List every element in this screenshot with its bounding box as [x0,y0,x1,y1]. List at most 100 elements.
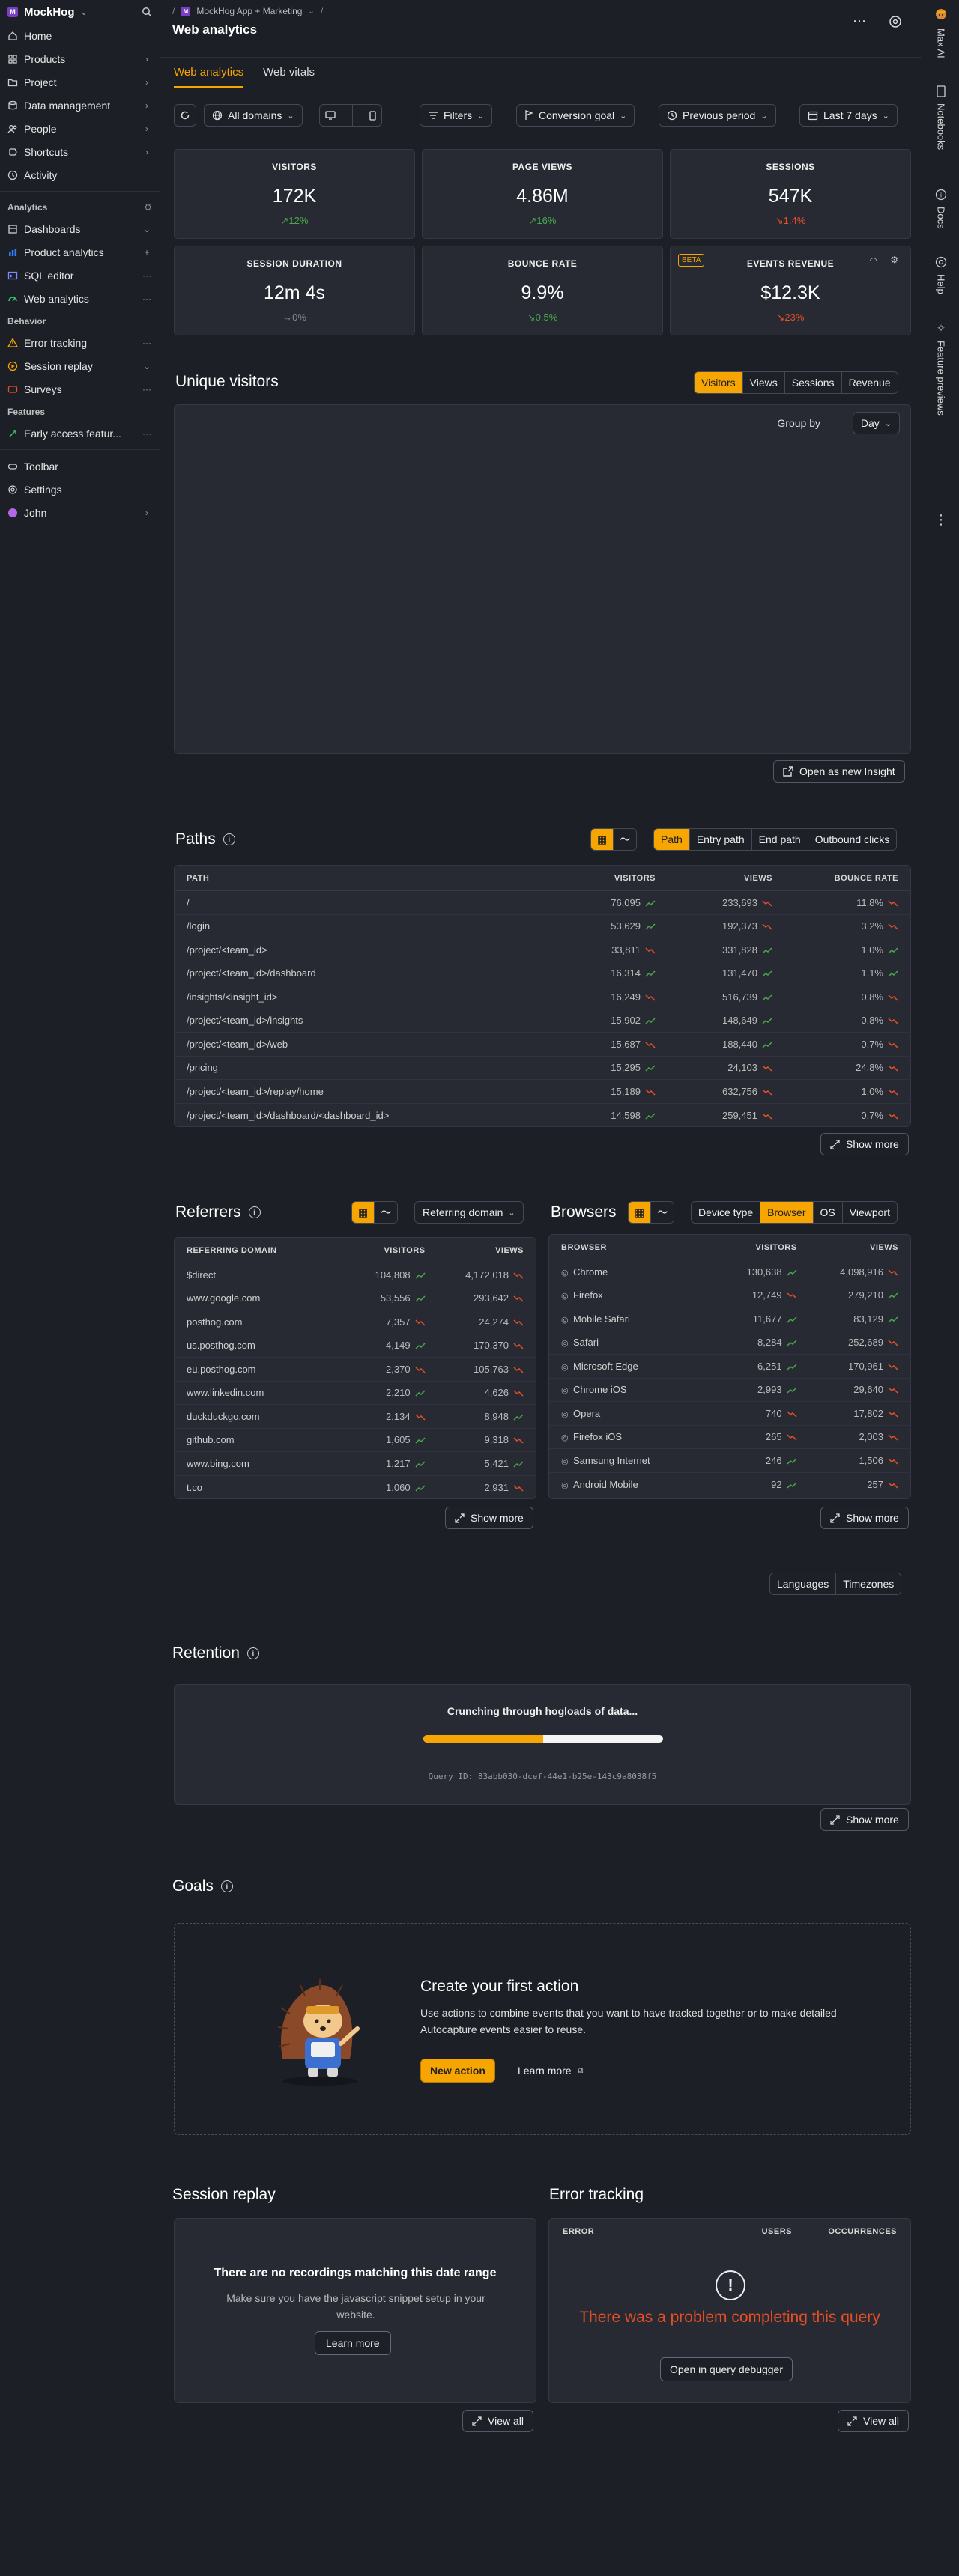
table-row[interactable]: duckduckgo.com 2,134 8,948 [175,1405,536,1429]
table-row[interactable]: / 76,095 233,693 11.8% [175,891,910,915]
sidebar-item-product-analytics[interactable]: Product analytics + [0,240,160,264]
reload-button[interactable] [174,104,196,127]
breadcrumb-project[interactable]: MockHog App + Marketing [196,6,302,16]
table-row[interactable]: ◎ Opera 740 17,802 [549,1402,910,1426]
filters-button[interactable]: Filters ⌄ [420,104,493,127]
sidebar-item-action[interactable]: + [142,247,152,258]
device-toggle[interactable] [319,104,382,127]
table-row[interactable]: www.google.com 53,556 293,642 [175,1287,536,1310]
referrers-show-more-button[interactable]: Show more [445,1507,533,1529]
search-icon[interactable] [142,7,152,17]
mobile-icon[interactable] [369,110,376,121]
sidebar-item-data-management[interactable]: Data management › [0,94,160,117]
table-row[interactable]: ◎ Mobile Safari 11,677 83,129 [549,1307,910,1331]
more-options-icon[interactable]: ⋯ [853,13,866,29]
sidebar-item-action[interactable]: › [142,124,152,134]
table-row[interactable]: /project/<team_id>/replay/home 15,189 632,… [175,1080,910,1104]
conversion-goal-select[interactable]: Conversion goal ⌄ [516,104,635,127]
sidebar-item-action[interactable]: ··· [142,338,152,348]
tab-end-path[interactable]: End path [751,829,808,850]
help-button[interactable]: Help [922,256,959,294]
sidebar-item-session-replay[interactable]: Session replay ⌄ [0,354,160,377]
refresh-icon[interactable]: ◠ [870,255,877,266]
sidebar-item-activity[interactable]: Activity [0,163,160,186]
table-row[interactable]: us.posthog.com 4,149 170,370 [175,1334,536,1358]
table-row[interactable]: /project/<team_id>/web 15,687 188,440 0.7% [175,1033,910,1057]
group-by-select[interactable]: Day ⌄ [852,412,900,434]
gear-icon[interactable]: ⚙ [890,255,898,265]
tab-os[interactable]: OS [813,1202,843,1223]
sidebar-item-action[interactable]: › [142,77,152,88]
sidebar-item-web-analytics[interactable]: Web analytics ··· [0,287,160,310]
table-view-icon[interactable]: ▦ [591,829,614,850]
sidebar-item-action[interactable]: ··· [142,384,152,395]
sidebar-item-shortcuts[interactable]: Shortcuts › [0,140,160,163]
paths-show-more-button[interactable]: Show more [820,1133,909,1155]
session-replay-view-all-button[interactable]: View all [462,2410,533,2432]
tab-browser[interactable]: Browser [760,1202,814,1223]
tab-visitors[interactable]: Visitors [695,372,743,393]
table-row[interactable]: ◎ Android Mobile 92 257 [549,1473,910,1497]
table-row[interactable]: $direct 104,808 4,172,018 [175,1263,536,1287]
tab-web-vitals[interactable]: Web vitals [263,66,315,88]
table-row[interactable]: www.bing.com 1,217 5,421 [175,1452,536,1476]
table-row[interactable]: /project/<team_id>/dashboard/<dashboard_… [175,1104,910,1127]
table-row[interactable]: /project/<team_id>/insights 15,902 148,649… [175,1009,910,1033]
sidebar-item-surveys[interactable]: Surveys ··· [0,377,160,401]
graph-view-icon[interactable]: 〜 [651,1202,674,1223]
referrers-dropdown[interactable]: Referring domain ⌄ [414,1201,524,1224]
table-row[interactable]: /project/<team_id>/dashboard 16,314 131,47… [175,962,910,985]
new-action-button[interactable]: New action [420,2059,495,2083]
sidebar-item-products[interactable]: Products › [0,47,160,70]
tab-sessions[interactable]: Sessions [784,372,842,393]
table-row[interactable]: /pricing 15,295 24,103 24.8% [175,1057,910,1080]
sidebar-item-john[interactable]: John › [0,501,160,524]
domain-select[interactable]: All domains ⌄ [204,104,303,127]
table-row[interactable]: ◎ Chrome iOS 2,993 29,640 [549,1379,910,1402]
table-row[interactable]: github.com 1,605 9,318 [175,1429,536,1452]
docs-button[interactable]: i Docs [922,189,959,229]
sidebar-item-early-access-featur[interactable]: Early access featur... ··· [0,422,160,445]
sidebar-item-home[interactable]: Home [0,24,160,47]
tab-entry-path[interactable]: Entry path [689,829,752,850]
goals-learn-more-link[interactable]: Learn more ⧉ [518,2059,583,2083]
sidebar-item-dashboards[interactable]: Dashboards ⌄ [0,217,160,240]
table-row[interactable]: ◎ Firefox 12,749 279,210 [549,1284,910,1307]
tab-path[interactable]: Path [654,829,690,850]
sidebar-item-people[interactable]: People › [0,117,160,140]
tab-device-type[interactable]: Device type [692,1202,761,1223]
sidebar-item-settings[interactable]: Settings [0,478,160,501]
table-row[interactable]: t.co 1,060 2,931 [175,1476,536,1499]
table-row[interactable]: ◎ Chrome 130,638 4,098,916 [549,1260,910,1284]
table-row[interactable]: ◎ Samsung Internet 246 1,506 [549,1449,910,1473]
graph-view-icon[interactable]: 〜 [375,1202,398,1223]
notebooks-button[interactable]: Notebooks [922,85,959,150]
desktop-icon[interactable] [325,111,336,120]
sidebar-item-project[interactable]: Project › [0,70,160,94]
sidebar-item-toolbar[interactable]: Toolbar [0,455,160,478]
max-ai-button[interactable]: Max AI [922,7,959,58]
error-tracking-view-all-button[interactable]: View all [838,2410,909,2432]
table-row[interactable]: eu.posthog.com 2,370 105,763 [175,1358,536,1382]
table-row[interactable]: ◎ Microsoft Edge 6,251 170,961 [549,1355,910,1379]
table-row[interactable]: /login 53,629 192,373 3.2% [175,915,910,938]
sidebar-item-action[interactable]: ··· [142,270,152,281]
tab-timezones[interactable]: Timezones [836,1573,901,1594]
sidebar-item-action[interactable]: ⌄ [142,361,152,371]
more-icon[interactable]: ⋮ [922,512,959,528]
retention-show-more-button[interactable]: Show more [820,1808,909,1831]
sidebar-item-sql-editor[interactable]: SQL editor ··· [0,264,160,287]
sidebar-item-error-tracking[interactable]: Error tracking ··· [0,331,160,354]
session-replay-learn-more-button[interactable]: Learn more [315,2331,391,2355]
feature-previews-button[interactable]: ✧ Feature previews [922,322,959,416]
table-view-icon[interactable]: ▦ [629,1202,652,1223]
sidebar-item-action[interactable]: › [142,508,152,518]
sidebar-item-action[interactable]: › [142,54,152,64]
date-range-select[interactable]: Last 7 days ⌄ [799,104,898,127]
sidebar-item-action[interactable]: ··· [142,428,152,439]
org-switcher[interactable]: M MockHog ⌄ [0,0,160,24]
open-insight-button[interactable]: Open as new Insight [773,760,905,783]
tab-web-analytics[interactable]: Web analytics [174,66,244,88]
table-row[interactable]: ◎ Firefox iOS 265 2,003 [549,1426,910,1449]
tab-languages[interactable]: Languages [770,1573,837,1594]
